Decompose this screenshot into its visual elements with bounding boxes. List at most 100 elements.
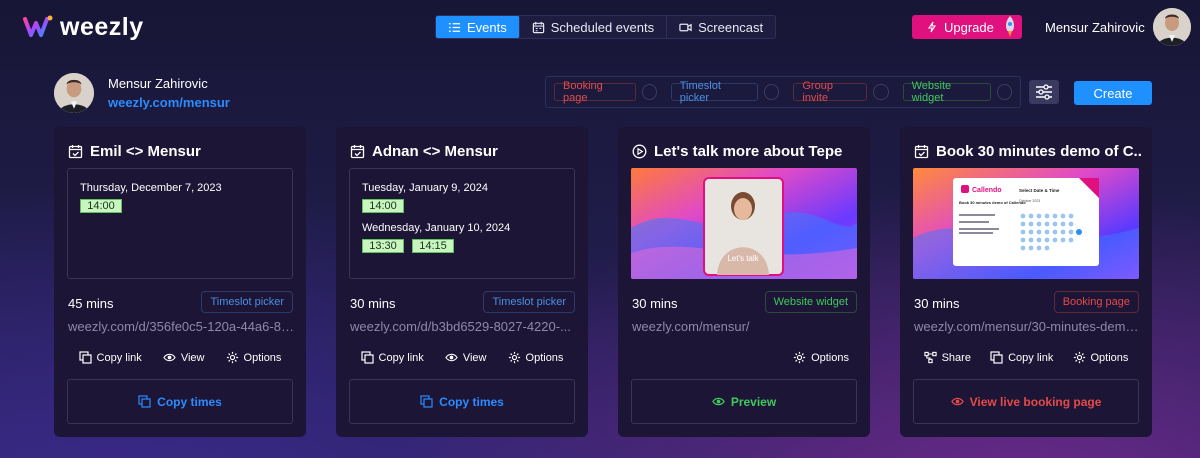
button-label: Copy times (439, 394, 504, 409)
time-slot-chip[interactable]: 13:30 (362, 239, 404, 253)
video-caption: Let's talk (727, 254, 759, 263)
video-preview-image: Let's talk (631, 168, 857, 279)
tab-screencast[interactable]: Screencast (667, 16, 775, 38)
calendar-check-icon (914, 145, 929, 159)
copy-icon (78, 351, 92, 364)
card-title-text: Book 30 minutes demo of C... (936, 143, 1142, 160)
booking-page-thumbnail[interactable]: Callendo Select Date & Time Book 30 minu… (913, 168, 1139, 279)
dates-box: Tuesday, January 9, 2024 14:00 Wednesday… (349, 168, 575, 279)
copy-times-button[interactable]: Copy times (349, 379, 575, 424)
copy-link-button[interactable]: Copy link (360, 351, 424, 364)
upgrade-label: Upgrade (944, 19, 994, 35)
filter-toggle[interactable] (873, 84, 889, 100)
calendar-icon (532, 21, 544, 33)
event-type-tag: Timeslot picker (483, 291, 575, 313)
booking-page-preview-image: Callendo Select Date & Time Book 30 minu… (913, 168, 1139, 279)
upgrade-button[interactable]: Upgrade (912, 15, 1022, 39)
video-icon (679, 23, 692, 31)
eye-icon (712, 397, 725, 406)
tab-label: Screencast (698, 19, 764, 35)
date-label: Tuesday, January 9, 2024 (362, 182, 488, 194)
card-actions: Options (632, 351, 856, 364)
event-url[interactable]: weezly.com/d/356fe0c5-120a-44a6-8f... (68, 319, 294, 334)
filter-toggle[interactable] (764, 84, 780, 100)
view-live-booking-page-button[interactable]: View live booking page (913, 379, 1139, 424)
action-label: View (462, 351, 487, 364)
gear-icon (794, 351, 806, 364)
options-button[interactable]: Options (226, 351, 282, 364)
user-name: Mensur Zahirovic (1045, 19, 1145, 35)
filter-settings-button[interactable] (1029, 80, 1059, 104)
card-title[interactable]: Let's talk more about Tepe (632, 143, 860, 160)
action-label: Copy link (1008, 351, 1054, 364)
filter-booking-page[interactable]: Booking page (554, 80, 636, 104)
event-card: Emil <> Mensur Thursday, December 7, 202… (54, 127, 306, 437)
copy-times-button[interactable]: Copy times (67, 379, 293, 424)
time-slot-chip[interactable]: 14:00 (80, 199, 122, 213)
action-label: Options (243, 351, 282, 364)
card-title-text: Adnan <> Mensur (372, 143, 498, 160)
time-slot-chip[interactable]: 14:00 (362, 199, 404, 213)
action-label: Options (1090, 351, 1129, 364)
avatar-image (1152, 8, 1191, 46)
preview-brand: Callendo (972, 187, 1002, 194)
dates-box: Thursday, December 7, 2023 14:00 (67, 168, 293, 279)
options-button[interactable]: Options (508, 351, 564, 364)
video-thumbnail[interactable]: Let's talk (631, 168, 857, 279)
card-title[interactable]: Emil <> Mensur (68, 143, 296, 160)
time-slot-chip[interactable]: 14:15 (412, 239, 454, 253)
action-label: Share (941, 351, 971, 364)
event-url[interactable]: weezly.com/mensur/ (632, 319, 858, 334)
list-icon (448, 22, 461, 32)
button-label: View live booking page (969, 394, 1102, 409)
weezly-logo-icon (23, 15, 53, 37)
filter-timeslot-picker[interactable]: Timeslot picker (670, 80, 759, 104)
preview-heading: Select Date & Time (1019, 188, 1060, 193)
button-label: Preview (730, 394, 777, 409)
event-url[interactable]: weezly.com/mensur/30-minutes-demo... (914, 319, 1140, 334)
gear-icon (1073, 351, 1085, 364)
create-button[interactable]: Create (1074, 81, 1152, 105)
filter-website-widget[interactable]: Website widget (902, 80, 991, 104)
gear-icon (508, 351, 520, 364)
tab-events[interactable]: Events (436, 16, 520, 38)
card-title[interactable]: Adnan <> Mensur (350, 143, 578, 160)
button-label: Copy times (157, 394, 222, 409)
eye-icon (163, 353, 176, 362)
logo[interactable]: weezly (22, 12, 144, 42)
event-type-tag: Website widget (764, 291, 857, 313)
eye-icon (445, 353, 458, 362)
card-actions: Copy link View Options (68, 351, 292, 364)
tab-label: Events (467, 19, 507, 35)
action-label: Copy link (96, 351, 142, 364)
view-button[interactable]: View (163, 351, 204, 364)
share-button[interactable]: Share (923, 351, 971, 364)
filter-group-invite[interactable]: Group invite (793, 80, 868, 104)
action-label: Options (811, 351, 849, 364)
event-url[interactable]: weezly.com/d/b3bd6529-8027-4220-... (350, 319, 576, 334)
profile-summary: Mensur Zahirovic weezly.com/mensur (54, 73, 230, 113)
view-button[interactable]: View (445, 351, 487, 364)
event-type-filters: Booking page Timeslot picker Group invit… (545, 76, 1021, 108)
play-circle-icon (632, 144, 647, 159)
options-button[interactable]: Options (793, 351, 849, 364)
copy-link-button[interactable]: Copy link (78, 351, 142, 364)
card-title-text: Emil <> Mensur (90, 143, 201, 160)
date-label: Thursday, December 7, 2023 (80, 182, 222, 194)
filter-toggle[interactable] (641, 84, 657, 100)
tab-scheduled-events[interactable]: Scheduled events (520, 16, 668, 38)
preview-button[interactable]: Preview (631, 379, 857, 424)
main-tabs: Events Scheduled events Screencast (435, 15, 777, 39)
date-label: Wednesday, January 10, 2024 (362, 222, 511, 234)
user-menu[interactable]: Mensur Zahirovic (1045, 8, 1191, 46)
action-label: Options (525, 351, 564, 364)
card-title[interactable]: Book 30 minutes demo of C... (914, 143, 1142, 160)
copy-link-button[interactable]: Copy link (990, 351, 1053, 364)
brand-name: weezly (60, 12, 144, 41)
options-button[interactable]: Options (1073, 351, 1129, 364)
filter-toggle[interactable] (996, 84, 1013, 100)
profile-link[interactable]: weezly.com/mensur (108, 95, 230, 110)
profile-name: Mensur Zahirovic (108, 76, 208, 91)
duration: 45 mins (68, 296, 114, 311)
duration: 30 mins (632, 296, 678, 311)
